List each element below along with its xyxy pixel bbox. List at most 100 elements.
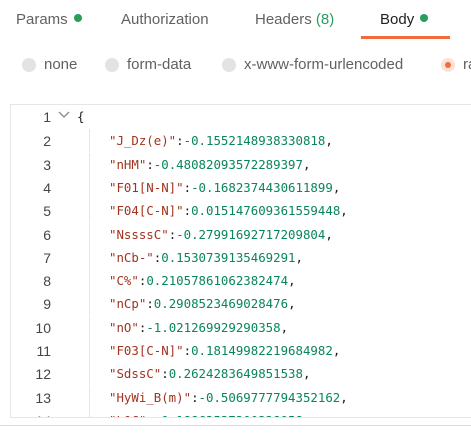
- editor-line: 14 "LOC":-0.18862537200328958,: [11, 408, 471, 417]
- json-comma: ,: [332, 343, 341, 358]
- json-comma: ,: [340, 203, 348, 219]
- json-colon: :: [146, 413, 153, 417]
- indent-guide: [89, 222, 90, 246]
- editor-line: 9 "nCp":0.2908523469028476,: [11, 292, 471, 316]
- line-number: 6: [43, 226, 51, 243]
- editor-line: 5 "F04[C-N]":0.015147609361559448,: [11, 199, 471, 223]
- indent-guide: [89, 292, 90, 316]
- json-entry: "HyWi_B(m)":-0.5069777794352162,: [109, 390, 348, 405]
- json-number-value: -0.48082093572289397: [153, 156, 303, 172]
- json-colon: :: [146, 156, 154, 172]
- tab-params-label: Params: [16, 11, 68, 28]
- indent-guide: [89, 199, 90, 223]
- json-number-value: -0.1682374430611899: [191, 179, 333, 195]
- line-number: 12: [35, 366, 51, 383]
- json-number-value: -1.021269929290358: [146, 319, 281, 335]
- json-number-value: -0.27991692717209804: [176, 226, 326, 242]
- json-comma: ,: [288, 273, 296, 289]
- json-comma: ,: [303, 413, 310, 417]
- tab-headers[interactable]: Headers (8): [255, 11, 334, 28]
- radio-urlencoded-label: x-www-form-urlencoded: [244, 56, 404, 73]
- json-key: "nCb-": [109, 249, 154, 265]
- editor-line: 3 "nHM":-0.48082093572289397,: [11, 152, 471, 176]
- json-key: "NssssC": [109, 226, 169, 242]
- json-entry: "LOC":-0.18862537200328958,: [109, 413, 310, 417]
- json-number-value: 0.1530739135469291: [161, 249, 296, 265]
- line-number: 5: [43, 203, 51, 220]
- json-number-value: 0.18149982219684982: [191, 343, 333, 358]
- indent-guide: [89, 269, 90, 293]
- json-entry: "NssssC":-0.27991692717209804,: [109, 227, 333, 242]
- radio-none-label: none: [44, 56, 78, 73]
- params-indicator-dot: [73, 14, 82, 22]
- json-open-brace: {: [77, 109, 85, 124]
- json-colon: :: [183, 343, 192, 358]
- json-comma: ,: [288, 296, 296, 312]
- radio-form-data-circle[interactable]: [105, 58, 119, 72]
- radio-none-circle[interactable]: [22, 58, 36, 72]
- tab-authorization[interactable]: Authorization: [121, 11, 209, 28]
- chevron-down-icon[interactable]: [58, 110, 70, 120]
- json-entry: "F03[C-N]":0.18149982219684982,: [109, 343, 340, 358]
- json-comma: ,: [325, 133, 333, 149]
- json-number-value: -0.5069777794352162: [198, 389, 341, 405]
- json-comma: ,: [340, 389, 348, 405]
- json-key: "C%": [109, 273, 139, 289]
- tab-authorization-label: Authorization: [121, 11, 209, 28]
- json-entry: "F04[C-N]":0.015147609361559448,: [109, 203, 348, 218]
- radio-form-data-label: form-data: [127, 56, 192, 73]
- json-entry: "F01[N-N]":-0.1682374430611899,: [109, 180, 340, 195]
- editor-line: 13 "HyWi_B(m)":-0.5069777794352162,: [11, 385, 471, 409]
- indent-guide: [89, 315, 90, 339]
- radio-raw-circle[interactable]: [441, 58, 455, 72]
- json-entry: "nO":-1.021269929290358,: [109, 320, 288, 335]
- radio-raw-label: raw: [463, 56, 471, 73]
- body-code-editor[interactable]: 1 { 2 "J_Dz(e)":-0.1552148938330818, 3 "nHM…: [10, 104, 471, 418]
- horizontal-scrollbar[interactable]: [0, 425, 471, 426]
- line-number: 9: [43, 296, 51, 313]
- json-number-value: 0.21057861062382474: [146, 273, 289, 289]
- json-colon: :: [146, 296, 154, 312]
- json-entry: "SdssC":0.2624283649851538,: [109, 366, 310, 381]
- editor-line: 1 {: [11, 105, 471, 128]
- json-number-value: 0.015147609361559448: [191, 203, 341, 219]
- line-number: 7: [43, 249, 51, 266]
- editor-line: 10 "nO":-1.021269929290358,: [11, 315, 471, 339]
- json-number-value: 0.2908523469028476: [153, 296, 289, 312]
- line-number: 3: [43, 156, 51, 173]
- editor-line: 8 "C%":0.21057861062382474,: [11, 269, 471, 293]
- editor-line: 11 "F03[C-N]":0.18149982219684982,: [11, 339, 471, 362]
- headers-count-badge: (8): [315, 11, 335, 28]
- json-colon: :: [176, 133, 184, 149]
- tab-params[interactable]: Params: [16, 11, 82, 28]
- json-key: "LOC": [109, 413, 146, 417]
- indent-guide: [89, 385, 90, 409]
- json-key: "F03[C-N]": [109, 343, 184, 358]
- json-entry: "nHM":-0.48082093572289397,: [109, 157, 310, 172]
- indent-guide: [89, 362, 90, 386]
- json-comma: ,: [302, 156, 311, 172]
- json-key: "nCp": [109, 296, 147, 312]
- json-colon: :: [161, 366, 169, 382]
- json-entry: "nCp":0.2908523469028476,: [109, 296, 296, 311]
- line-number: 2: [43, 133, 51, 150]
- indent-guide: [89, 129, 90, 153]
- json-colon: :: [183, 179, 192, 195]
- json-key: "F01[N-N]": [109, 179, 184, 195]
- editor-line: 7 "nCb-":0.1530739135469291,: [11, 245, 471, 269]
- json-comma: ,: [302, 366, 311, 382]
- editor-line: 2 "J_Dz(e)":-0.1552148938330818,: [11, 129, 471, 153]
- json-comma: ,: [280, 319, 289, 335]
- indent-guide: [89, 339, 90, 362]
- tab-body[interactable]: Body: [380, 11, 429, 28]
- json-entry: "C%":0.21057861062382474,: [109, 273, 296, 288]
- tab-body-label: Body: [380, 11, 415, 28]
- request-tabs: Params Authorization Headers (8) Body: [0, 0, 471, 40]
- indent-guide: [89, 152, 90, 176]
- json-number-value: 0.2624283649851538: [168, 366, 303, 382]
- line-number: 4: [43, 179, 51, 196]
- line-number: 10: [35, 319, 51, 336]
- radio-urlencoded-circle[interactable]: [222, 58, 236, 72]
- json-number-value: -0.1552148938330818: [183, 133, 326, 149]
- json-key: "SdssC": [109, 366, 162, 382]
